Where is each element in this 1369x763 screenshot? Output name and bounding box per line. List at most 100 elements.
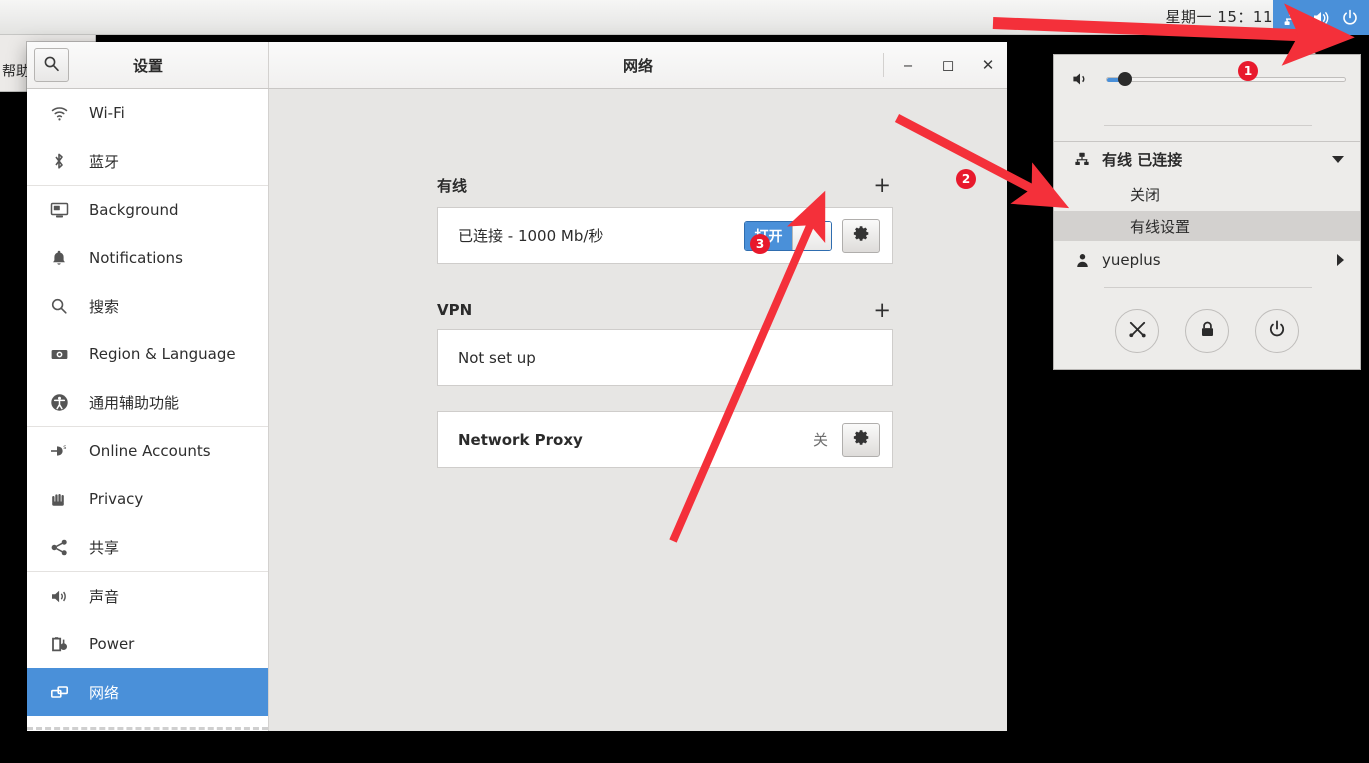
power-icon — [1267, 319, 1287, 343]
sidebar-item-label: Privacy — [89, 490, 144, 508]
wifi-icon — [48, 102, 70, 124]
sidebar-item-label: Notifications — [89, 249, 183, 267]
window-controls: ‒ ◻ ✕ — [883, 42, 999, 88]
vpn-row: Not set up — [438, 330, 892, 385]
lock-icon — [1198, 320, 1217, 343]
system-menu-popup: 有线 已连接 关闭 有线设置 yueplus — [1053, 54, 1361, 370]
window-titlebar: 设置 网络 ‒ ◻ ✕ — [27, 42, 1007, 89]
background-window-menu-label: 帮助 — [2, 64, 30, 80]
sidebar-item-label: 蓝牙 — [89, 152, 120, 171]
vpn-heading: VPN — [437, 301, 473, 319]
add-wired-button[interactable]: + — [871, 174, 893, 196]
close-button[interactable]: ✕ — [977, 54, 999, 76]
power-button[interactable] — [1255, 309, 1299, 353]
chevron-right-icon[interactable] — [1337, 254, 1344, 266]
popup-divider-2 — [1104, 287, 1312, 288]
network-proxy-card: Network Proxy 关 — [437, 411, 893, 468]
settings-tools-button[interactable] — [1115, 309, 1159, 353]
share-icon — [48, 536, 70, 558]
add-vpn-button[interactable]: + — [871, 299, 893, 321]
svg-text:s: s — [63, 444, 66, 451]
desktop-top-bar: 星期一 15：11 — [0, 0, 1369, 35]
sidebar-item-search[interactable]: 搜索 — [27, 282, 268, 330]
sidebar-item-label: Region & Language — [89, 345, 236, 363]
minimize-button[interactable]: ‒ — [897, 54, 919, 76]
volume-slider-knob[interactable] — [1118, 71, 1132, 86]
network-menu-item-wired-settings[interactable]: 有线设置 — [1054, 211, 1360, 241]
sidebar-item-bluetooth[interactable]: 蓝牙 — [27, 137, 268, 185]
vpn-section-header: VPN + — [437, 296, 893, 324]
wired-section-header: 有线 + — [437, 171, 893, 199]
clock: 星期一 15：11 — [1165, 8, 1273, 26]
sidebar-item-online-accounts[interactable]: s Online Accounts — [27, 427, 268, 475]
sidebar-item-sharing[interactable]: 共享 — [27, 523, 268, 571]
network-proxy-settings-button[interactable] — [842, 422, 880, 457]
network-menu-row[interactable]: 有线 已连接 — [1054, 141, 1360, 177]
user-menu-row[interactable]: yueplus — [1054, 241, 1360, 279]
lock-button[interactable] — [1185, 309, 1229, 353]
power-icon[interactable] — [1340, 8, 1360, 28]
sidebar-item-background[interactable]: Background — [27, 186, 268, 234]
wired-heading: 有线 — [437, 176, 468, 195]
volume-slider[interactable] — [1106, 71, 1346, 86]
privacy-hand-icon — [48, 488, 70, 510]
sidebar-item-label: 共享 — [89, 538, 120, 557]
online-accounts-icon: s — [48, 440, 70, 462]
sidebar-item-label: Power — [89, 635, 135, 653]
popup-action-buttons — [1054, 303, 1360, 359]
power-battery-icon — [48, 633, 70, 655]
annotation-badge-3: 3 — [750, 234, 770, 254]
wired-connection-card: 已连接 - 1000 Mb/秒 打开 — [437, 207, 893, 264]
region-language-icon — [48, 343, 70, 365]
background-icon — [48, 199, 70, 221]
sidebar-item-label: Online Accounts — [89, 442, 211, 460]
gear-icon — [853, 429, 870, 450]
wired-status-text: 已连接 - 1000 Mb/秒 — [458, 227, 604, 245]
network-icon — [48, 681, 70, 703]
popup-divider — [1104, 125, 1312, 126]
user-menu-label: yueplus — [1102, 251, 1161, 269]
sidebar-item-label: Background — [89, 201, 179, 219]
titlebar-left-pane: 设置 — [27, 42, 269, 88]
page-title-settings: 设置 — [132, 56, 163, 75]
volume-low-icon — [1068, 69, 1094, 89]
sidebar-item-label: 网络 — [89, 683, 120, 702]
sidebar-item-region-language[interactable]: Region & Language — [27, 330, 268, 378]
gear-icon — [853, 225, 870, 246]
sidebar-item-wifi[interactable]: Wi-Fi — [27, 89, 268, 137]
sound-icon — [48, 585, 70, 607]
system-tray[interactable] — [1273, 0, 1369, 35]
wired-settings-button[interactable] — [842, 218, 880, 253]
wired-toggle-knob — [792, 221, 831, 250]
chevron-down-icon[interactable] — [1332, 155, 1344, 163]
network-proxy-label: Network Proxy — [458, 430, 583, 449]
network-menu-item-disable[interactable]: 关闭 — [1054, 179, 1360, 209]
settings-sidebar[interactable]: Wi-Fi 蓝牙 Background Notifications 搜索 Reg… — [27, 89, 269, 731]
network-wired-icon[interactable] — [1282, 8, 1302, 28]
sidebar-item-accessibility[interactable]: 通用辅助功能 — [27, 378, 268, 426]
sidebar-item-power[interactable]: Power — [27, 620, 268, 668]
accessibility-icon — [48, 391, 70, 413]
sidebar-item-label: 搜索 — [89, 297, 120, 316]
user-icon — [1068, 252, 1096, 269]
network-proxy-row: Network Proxy 关 — [438, 412, 892, 467]
sidebar-item-notifications[interactable]: Notifications — [27, 234, 268, 282]
volume-control-row[interactable] — [1054, 55, 1360, 102]
sidebar-item-privacy[interactable]: Privacy — [27, 475, 268, 523]
sidebar-item-label: Wi-Fi — [89, 104, 125, 122]
sidebar-item-sound[interactable]: 声音 — [27, 572, 268, 620]
network-wired-icon — [1068, 150, 1096, 168]
sidebar-dashed-divider — [27, 727, 268, 730]
annotation-badge-1: 1 — [1238, 61, 1258, 81]
search-icon — [48, 295, 70, 317]
settings-content: 有线 + 已连接 - 1000 Mb/秒 打开 VPN + Not set up… — [269, 89, 1007, 731]
volume-icon[interactable] — [1311, 8, 1331, 28]
wired-connection-row: 已连接 - 1000 Mb/秒 打开 — [438, 208, 892, 263]
vpn-status-text: Not set up — [458, 348, 536, 367]
vpn-card: Not set up — [437, 329, 893, 386]
sidebar-item-network[interactable]: 网络 — [27, 668, 268, 716]
annotation-badge-2: 2 — [956, 169, 976, 189]
maximize-button[interactable]: ◻ — [937, 54, 959, 76]
sidebar-item-label: 通用辅助功能 — [89, 393, 180, 412]
network-menu-label: 有线 已连接 — [1102, 150, 1183, 169]
